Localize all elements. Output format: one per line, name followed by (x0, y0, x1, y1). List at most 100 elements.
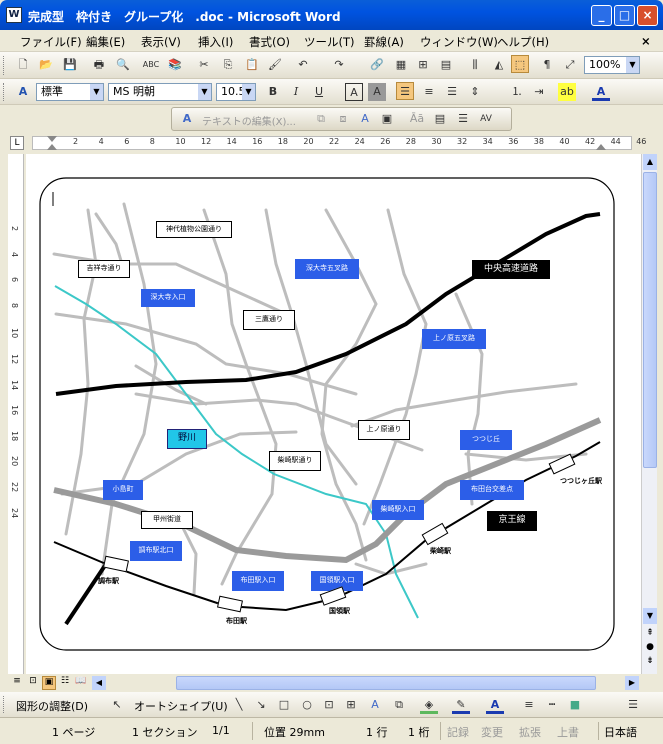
indent-icon[interactable]: ⇥ (530, 83, 548, 101)
scroll-right-icon[interactable]: ▶ (625, 676, 639, 690)
align-text-icon[interactable]: ▤ (431, 110, 449, 128)
font-select[interactable]: MS 明朝 ▼ (108, 83, 212, 101)
draw-font-color-icon[interactable]: A (486, 696, 504, 714)
map-label[interactable]: 神代植物公園通り (156, 221, 232, 238)
chevron-down-icon[interactable]: ▼ (626, 57, 639, 73)
next-page-icon[interactable]: ⇟ (643, 656, 657, 670)
font-color-icon[interactable]: A (592, 83, 610, 101)
map-label[interactable]: 布田台交差点 (460, 480, 524, 500)
menu-file[interactable]: ファイル(F) (20, 34, 82, 50)
select-object-icon[interactable]: ↖ (108, 696, 126, 714)
status-record[interactable]: 記録 (447, 724, 469, 740)
fill-color-icon[interactable]: ◈ (420, 696, 438, 714)
menu-edit[interactable]: 編集(E) (86, 34, 125, 50)
chevron-down-icon[interactable]: ▼ (90, 84, 103, 100)
scroll-thumb[interactable] (643, 172, 657, 468)
chevron-down-icon[interactable]: ▼ (198, 84, 211, 100)
underline-icon[interactable]: U (310, 83, 328, 101)
textbox-tool-icon[interactable]: ⊡ (320, 696, 338, 714)
horizontal-scrollbar[interactable]: ≡ ⊡ ▣ ☷ 📖 ◀ ▶ (0, 674, 663, 692)
menu-help[interactable]: ヘルプ(H) (497, 34, 549, 50)
scroll-down-icon[interactable]: ▼ (643, 608, 657, 624)
scroll-up-icon[interactable]: ▲ (643, 154, 657, 170)
prev-page-icon[interactable]: ⇞ (643, 628, 657, 642)
word-app-icon[interactable]: W (6, 7, 22, 23)
browse-object-icon[interactable]: ● (643, 642, 657, 656)
undo-icon[interactable]: ↶ (294, 56, 312, 74)
map-label[interactable]: 上ノ原五叉路 (422, 329, 486, 349)
insert-excel-icon[interactable]: ▤ (437, 56, 455, 74)
map-label[interactable]: 調布駅北口 (130, 541, 182, 561)
align-justify-icon[interactable]: ☰ (396, 82, 414, 100)
menu-close-doc-button[interactable]: × (641, 34, 651, 48)
format-painter-icon[interactable]: 🖌 (266, 56, 284, 74)
status-overtype[interactable]: 上書 (557, 724, 579, 740)
map-label[interactable]: 中央高速道路 (472, 260, 550, 279)
spelling-icon[interactable]: ABC (142, 56, 160, 74)
rectangle-tool-icon[interactable]: □ (275, 696, 293, 714)
cut-icon[interactable]: ✂ (195, 56, 213, 74)
print-view-icon[interactable]: ▣ (42, 676, 56, 690)
map-label[interactable]: 京王線 (487, 511, 537, 531)
vertical-ruler[interactable]: 2 4 6 8 10 12 14 16 18 20 22 24 (8, 154, 24, 674)
map-label[interactable]: 布田駅入口 (232, 571, 284, 591)
styles-pane-icon[interactable]: A (14, 83, 32, 101)
vertical-text-icon[interactable]: Āā (408, 110, 426, 128)
dash-style-icon[interactable]: ┅ (543, 696, 561, 714)
map-label[interactable]: 柴崎駅入口 (372, 500, 424, 520)
new-document-icon[interactable]: 🗋 (14, 56, 32, 74)
menu-tools[interactable]: ツール(T) (304, 34, 355, 50)
drawing-icon[interactable]: ◭ (490, 56, 508, 74)
columns-icon[interactable]: ⫼ (466, 56, 484, 74)
map-label[interactable]: 柴崎駅通り (269, 451, 321, 471)
maximize-button[interactable]: □ (614, 5, 635, 26)
map-label[interactable]: 深大寺五叉路 (295, 259, 359, 279)
open-folder-icon[interactable]: 📂 (37, 56, 55, 74)
align-right-icon[interactable]: ☰ (443, 83, 461, 101)
map-label[interactable]: 甲州街道 (141, 511, 193, 529)
insert-table-icon[interactable]: ⊞ (414, 56, 432, 74)
research-icon[interactable]: 📚 (166, 56, 184, 74)
paste-icon[interactable]: 📋 (243, 56, 261, 74)
wordart-tool-icon[interactable]: A (366, 696, 384, 714)
line-color-icon[interactable]: ✎ (452, 696, 470, 714)
redo-icon[interactable]: ↷ (330, 56, 348, 74)
menu-view[interactable]: 表示(V) (141, 34, 181, 50)
status-extend[interactable]: 拡張 (519, 724, 541, 740)
char-spacing-icon[interactable]: AV (477, 110, 495, 128)
document-map-icon[interactable]: ⬚ (511, 55, 529, 73)
reading-view-icon[interactable]: 📖 (74, 676, 88, 690)
toolbar-grip[interactable] (3, 83, 6, 101)
map-label[interactable]: つつじ丘 (460, 430, 512, 450)
map-label[interactable]: 深大寺入口 (141, 289, 195, 307)
toolbar-grip[interactable] (3, 696, 6, 713)
text-spacing-icon[interactable]: ☰ (454, 110, 472, 128)
numbering-icon[interactable]: ⒈ (508, 83, 526, 101)
right-indent-marker[interactable] (596, 144, 606, 150)
create-link-icon[interactable]: ⧉ (312, 110, 330, 128)
save-icon[interactable]: 💾 (61, 56, 79, 74)
menu-window[interactable]: ウィンドウ(W) (420, 34, 498, 50)
italic-icon[interactable]: I (287, 83, 305, 101)
copy-icon[interactable]: ⎘ (219, 56, 237, 74)
style-select[interactable]: 標準 ▼ (36, 83, 104, 101)
print-icon[interactable]: 🖶 (90, 56, 108, 74)
chevron-down-icon[interactable]: ▼ (242, 84, 255, 100)
break-link-icon[interactable]: ⧈ (334, 110, 352, 128)
textbox-edit-label[interactable]: テキストの編集(X)... (202, 113, 296, 128)
oval-tool-icon[interactable]: ○ (298, 696, 316, 714)
map-label[interactable]: 吉祥寺通り (78, 260, 130, 278)
menu-table[interactable]: 罫線(A) (364, 34, 404, 50)
bold-icon[interactable]: B (264, 83, 282, 101)
map-label[interactable]: 三鷹通り (243, 310, 295, 330)
first-line-indent-marker[interactable] (47, 136, 57, 142)
map-label[interactable]: 野川 (167, 429, 207, 449)
vertical-textbox-icon[interactable]: ⊞ (342, 696, 360, 714)
text-direction-icon[interactable]: A (178, 110, 196, 128)
line-spacing-icon[interactable]: ⇕ (466, 83, 484, 101)
tab-selector[interactable]: L (10, 136, 24, 150)
status-track[interactable]: 変更 (481, 724, 503, 740)
arrow-tool-icon[interactable]: ↘ (252, 696, 270, 714)
hanging-indent-marker[interactable] (47, 144, 57, 150)
print-preview-icon[interactable]: 🔍 (114, 56, 132, 74)
